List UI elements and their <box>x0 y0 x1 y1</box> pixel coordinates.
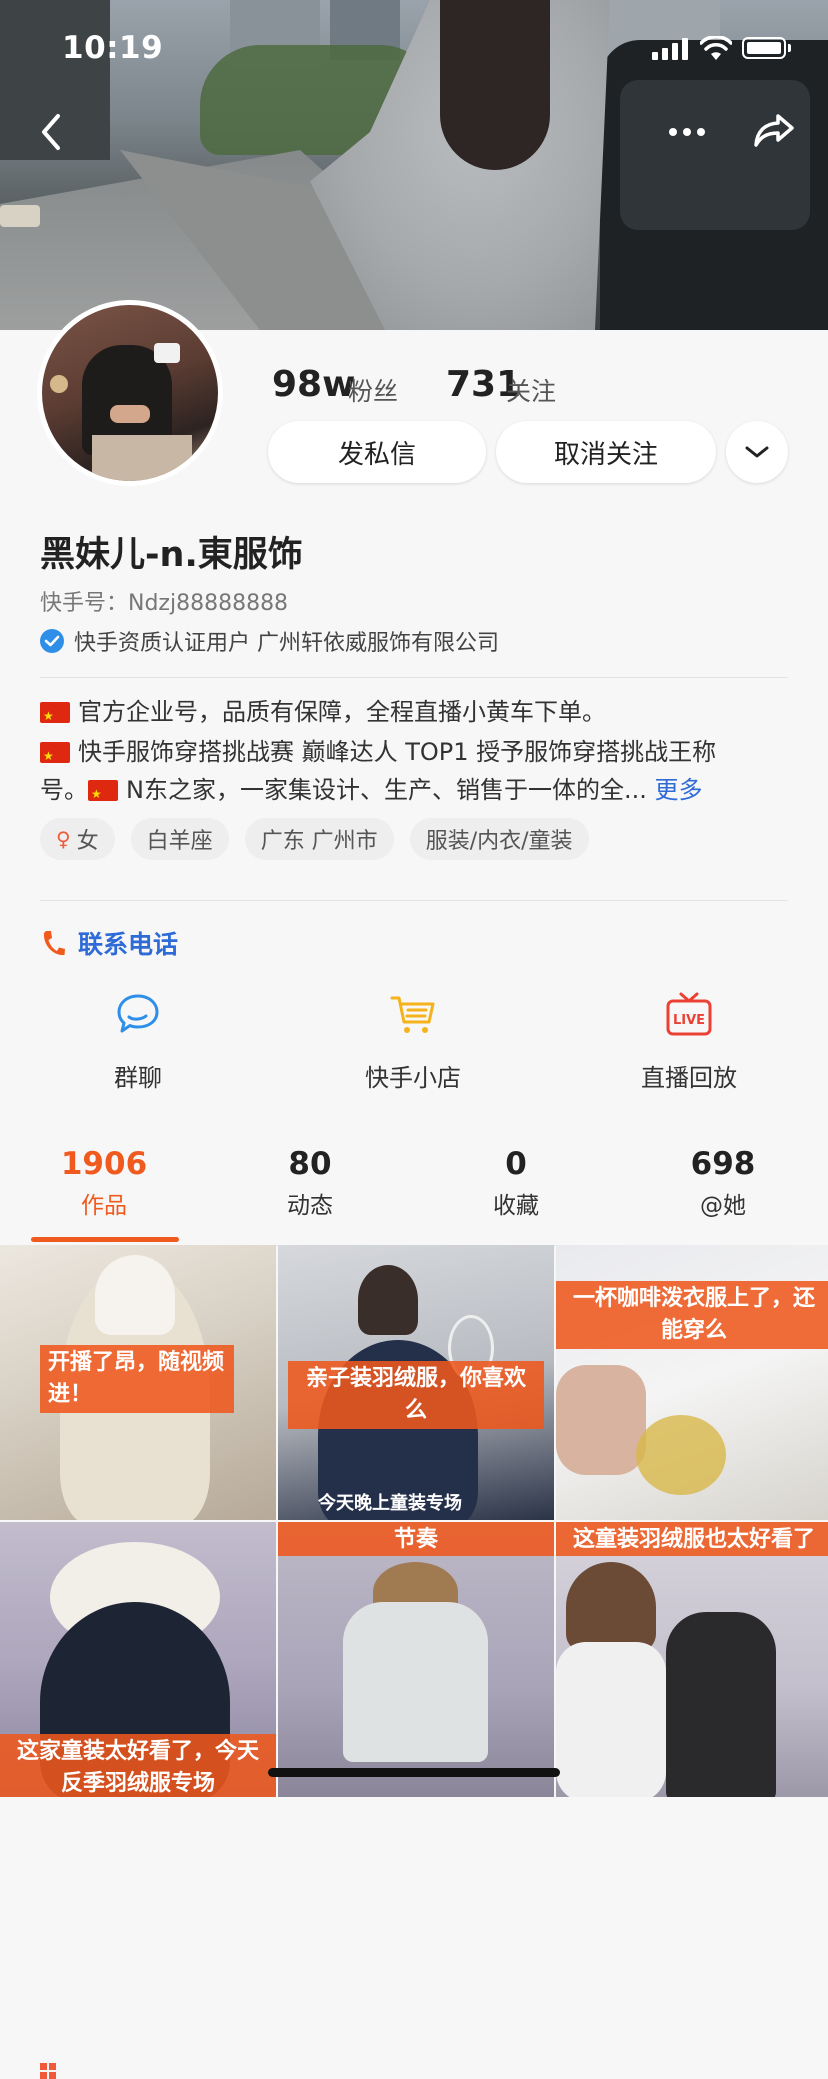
tab-works[interactable]: 1906 作品 <box>34 1146 174 1220</box>
chat-bubble-icon <box>117 994 159 1033</box>
group-chat-button[interactable]: 群聊 <box>58 990 218 1093</box>
bio-line: 官方企业号，品质有保障，全程直播小黄车下单。 <box>40 693 790 735</box>
tag-zodiac[interactable]: 白羊座 <box>130 818 229 860</box>
category-grid-icon <box>40 2063 56 2079</box>
tag-gender[interactable]: ♀ 女 <box>40 818 115 860</box>
unfollow-button[interactable]: 取消关注 <box>496 421 716 483</box>
video-thumbnail[interactable]: 这家童装太好看了，今天反季羽绒服专场 <box>0 1522 276 1797</box>
battery-icon <box>742 37 786 59</box>
verification-text: 快手资质认证用户 广州轩依威服饰有限公司 <box>74 631 499 656</box>
active-tab-indicator <box>31 1237 179 1242</box>
divider <box>40 677 788 678</box>
video-caption: 开播了昂，随视频进！ <box>40 1345 234 1413</box>
bio-line: 号。N东之家，一家集设计、生产、销售于一体的全... 更多 <box>40 771 790 813</box>
kwai-shop-button[interactable]: 快手小店 <box>333 990 493 1093</box>
video-thumbnail[interactable]: 这童装羽绒服也太好看了 <box>556 1522 828 1797</box>
feature-label: 群聊 <box>114 1064 162 1092</box>
tab-moments[interactable]: 80 动态 <box>240 1146 380 1220</box>
video-subtitle: 今天晚上童装专场 <box>318 1493 462 1514</box>
fans-count[interactable]: 98w <box>272 364 355 405</box>
bio-line: 快手服饰穿搭挑战赛 巅峰达人 TOP1 授予服饰穿搭挑战王称 <box>40 733 790 775</box>
wifi-icon <box>700 36 732 60</box>
send-message-button[interactable]: 发私信 <box>268 421 486 483</box>
contact-phone-link[interactable]: 联系电话 <box>40 925 178 961</box>
video-caption: 亲子装羽绒服，你喜欢么 <box>288 1361 544 1429</box>
status-bar: 10:19 <box>0 0 828 100</box>
feature-label: 直播回放 <box>641 1064 737 1092</box>
china-flag-icon <box>88 775 118 813</box>
shopping-cart-icon <box>390 996 435 1033</box>
china-flag-icon <box>40 737 70 775</box>
share-icon[interactable] <box>752 108 796 152</box>
following-label[interactable]: 关注 <box>506 372 556 408</box>
video-caption: 这家童装太好看了，今天反季羽绒服专场 <box>0 1734 276 1797</box>
video-thumbnail[interactable]: 节奏 <box>278 1522 554 1797</box>
divider <box>40 900 788 901</box>
video-grid: 开播了昂，随视频进！ 亲子装羽绒服，你喜欢么 今天晚上童装专场 一杯咖啡泼衣服上… <box>0 1245 828 1797</box>
video-caption: 一杯咖啡泼衣服上了，还能穿么 <box>556 1281 828 1349</box>
female-icon: ♀ <box>56 827 71 851</box>
profile-name: 黑妹儿-n.東服饰 <box>40 535 303 575</box>
svg-text:LIVE: LIVE <box>673 1013 705 1028</box>
live-replay-button[interactable]: LIVE 直播回放 <box>609 990 769 1093</box>
verified-check-icon <box>40 629 64 653</box>
tag-category[interactable]: 服装/内衣/童装 <box>40 818 589 2079</box>
live-tv-icon: LIVE <box>666 992 712 1036</box>
feature-label: 快手小店 <box>365 1064 461 1092</box>
video-caption: 这童装羽绒服也太好看了 <box>556 1522 828 1556</box>
video-thumbnail[interactable]: 一杯咖啡泼衣服上了，还能穿么 <box>556 1245 828 1520</box>
verification-row[interactable]: 快手资质认证用户 广州轩依威服饰有限公司 <box>40 626 499 656</box>
profile-tabs: 1906 作品 80 动态 0 收藏 698 @她 <box>0 1130 828 1246</box>
tag-location[interactable]: 广东 广州市 <box>244 818 394 860</box>
video-thumbnail[interactable]: 亲子装羽绒服，你喜欢么 今天晚上童装专场 <box>278 1245 554 1520</box>
home-indicator[interactable] <box>268 1768 560 1777</box>
phone-icon <box>43 931 65 956</box>
bio-more-link[interactable]: 更多 <box>654 776 702 804</box>
fans-label[interactable]: 粉丝 <box>348 372 398 408</box>
avatar[interactable] <box>37 300 223 486</box>
back-arrow-icon[interactable] <box>36 110 66 154</box>
tab-mentions[interactable]: 698 @她 <box>653 1146 793 1220</box>
video-thumbnail[interactable]: 开播了昂，随视频进！ <box>0 1245 276 1520</box>
video-caption: 节奏 <box>278 1522 554 1556</box>
expand-dropdown-button[interactable] <box>726 421 788 483</box>
tab-favorites[interactable]: 0 收藏 <box>446 1146 586 1220</box>
status-time: 10:19 <box>62 30 164 66</box>
more-options-icon[interactable] <box>665 112 709 152</box>
chevron-down-icon <box>745 446 769 458</box>
kwai-id[interactable]: 快手号：Ndzj88888888 <box>40 585 288 617</box>
china-flag-icon <box>40 697 70 735</box>
profile-tags: ♀ 女 白羊座 广东 广州市 服装/内衣/童装 <box>40 818 605 2079</box>
cellular-signal-icon <box>652 38 692 60</box>
